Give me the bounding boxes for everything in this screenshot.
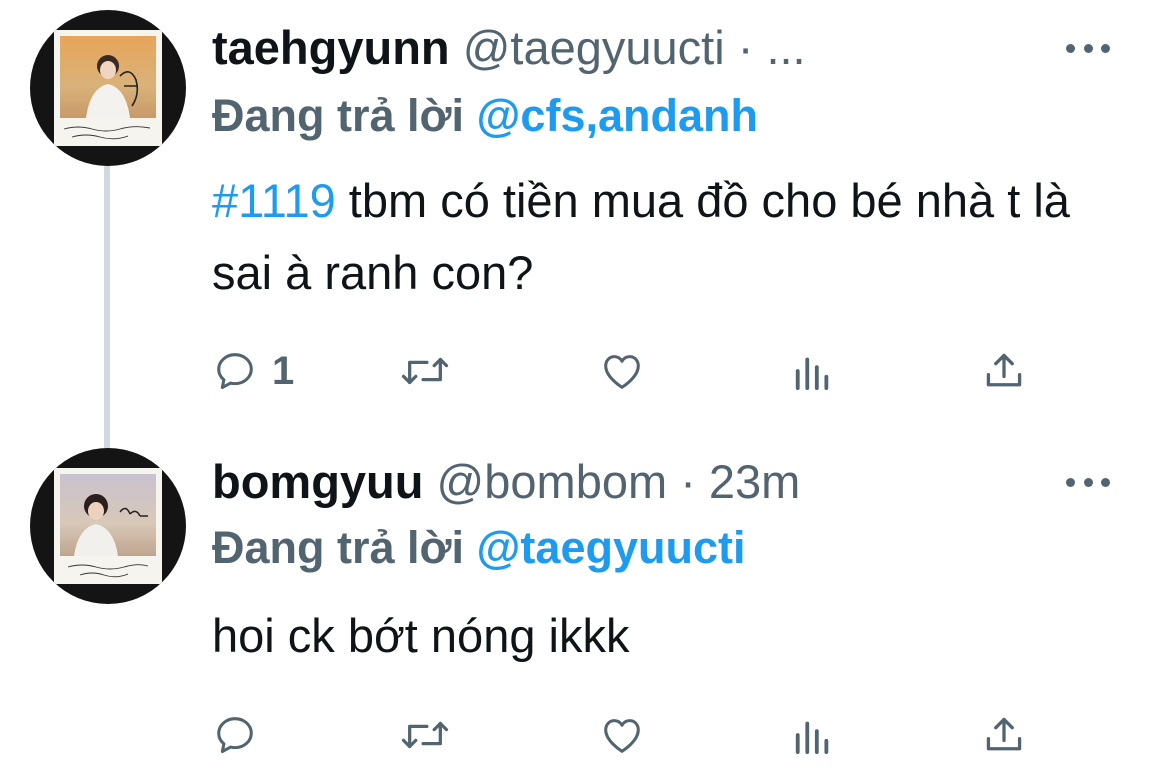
separator-dot: · [737,21,754,74]
more-icon[interactable] [1066,33,1110,63]
like-icon [604,719,640,753]
tweet-header: bomgyuu @bombom · 23m [212,452,800,512]
like-button[interactable] [598,712,646,758]
timestamp[interactable]: ... [766,21,805,74]
retweet-icon [401,357,449,385]
tweet[interactable]: bomgyuu @bombom · 23m Đang trả lời @taeg… [0,430,1170,779]
views-button[interactable] [792,712,834,758]
tweet-body: tbm có tiền mua đồ cho bé nhà t là sai à… [212,174,1070,299]
avatar-polaroid-image [54,468,162,584]
share-button[interactable] [982,348,1026,394]
views-button[interactable] [792,348,834,394]
share-icon [986,353,1022,387]
reply-to-mention[interactable]: @taegyuucti [477,522,746,573]
avatar-polaroid-image [54,30,162,146]
tweet-header: taehgyunn @taegyuucti · ... [212,18,806,78]
reply-prefix: Đang trả lời [212,522,465,573]
tweet-text: #1119 tbm có tiền mua đồ cho bé nhà t là… [212,165,1132,309]
reply-context: Đang trả lời @cfs,andanh [212,86,758,146]
timestamp[interactable]: 23m [709,455,800,508]
reply-prefix: Đang trả lời [212,90,465,141]
tweet-text: hoi ck bớt nóng ikkk [212,600,1132,672]
views-icon [795,721,829,755]
retweet-button[interactable] [400,712,450,758]
share-button[interactable] [982,712,1026,758]
avatar[interactable] [30,10,186,166]
reply-to-mention[interactable]: @cfs,andanh [477,90,758,141]
like-button[interactable] [598,348,646,394]
reply-button[interactable]: 1 [212,348,294,394]
reply-icon [217,717,253,754]
views-icon [795,357,829,391]
reply-context: Đang trả lời @taegyuucti [212,518,745,578]
reply-icon [217,353,253,390]
avatar[interactable] [30,448,186,604]
display-name[interactable]: taehgyunn [212,21,450,74]
display-name[interactable]: bomgyuu [212,455,423,508]
separator-dot: · [680,455,696,508]
retweet-button[interactable] [400,348,450,394]
tweet-body: hoi ck bớt nóng ikkk [212,609,630,662]
like-icon [604,355,640,389]
user-handle[interactable]: @bombom [437,455,668,508]
reply-count: 1 [272,349,295,393]
user-handle[interactable]: @taegyuucti [463,21,725,74]
more-icon[interactable] [1066,467,1110,497]
reply-button[interactable] [212,712,258,758]
hashtag-link[interactable]: #1119 [212,174,336,227]
share-icon [986,717,1022,751]
tweet[interactable]: taehgyunn @taegyuucti · ... Đang trả lời… [0,0,1170,430]
retweet-icon [401,721,449,749]
